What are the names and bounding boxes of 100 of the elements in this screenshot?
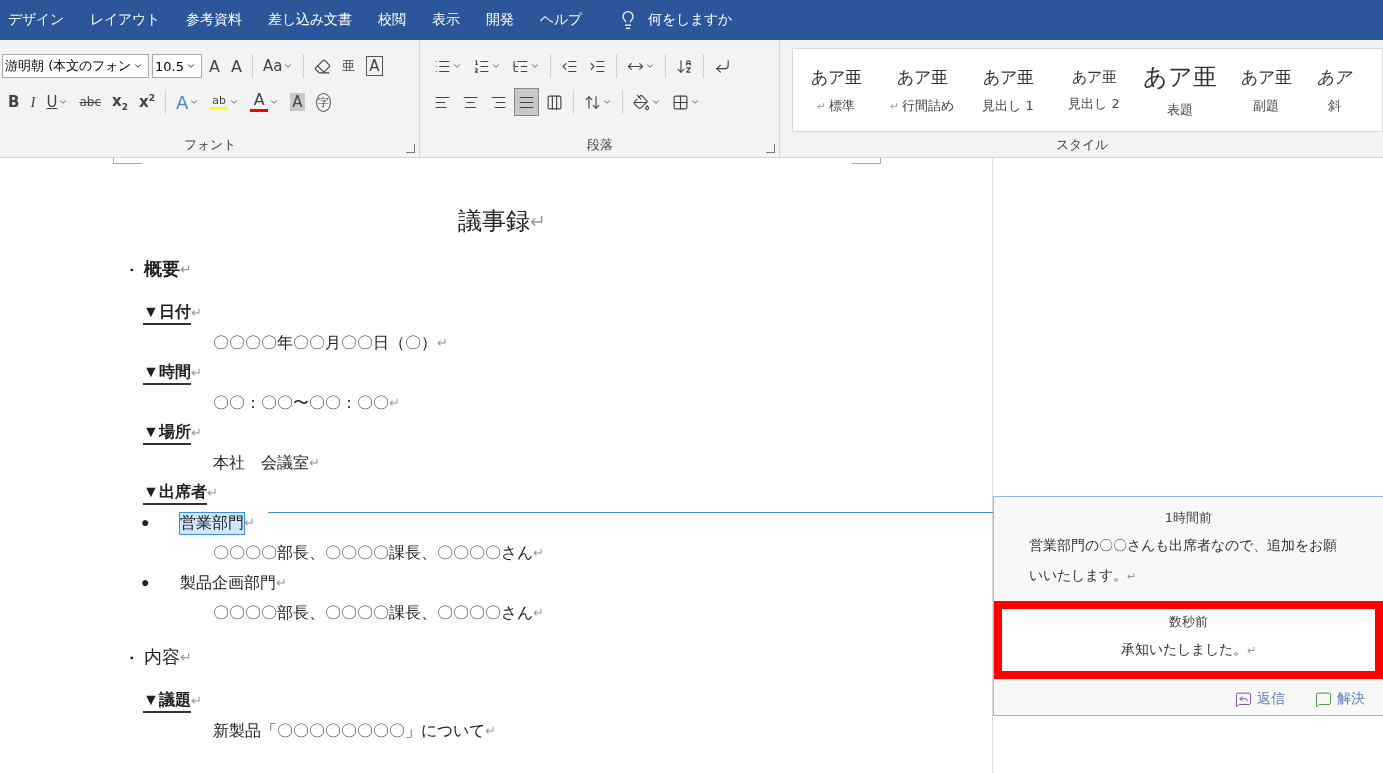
shrink-font-button[interactable]: A: [226, 52, 246, 80]
line-spacing-icon: [584, 93, 601, 111]
section-heading: 内容: [144, 646, 180, 669]
superscript-button[interactable]: x$^{2}$: [134, 88, 159, 116]
section-heading: 概要: [144, 258, 180, 281]
comment-time: 数秒前: [1169, 613, 1208, 631]
menu-tab[interactable]: 表示: [432, 11, 473, 29]
paragraph-mark: ↵: [180, 648, 192, 666]
bullet-mark: ●: [141, 515, 151, 531]
font-color-button[interactable]: A: [246, 88, 284, 116]
dropdown-icon: [283, 61, 294, 71]
heading-text: ▼場所: [143, 421, 191, 445]
heading-text: ▼議題: [143, 689, 191, 713]
paragraph-mark: ↵: [309, 455, 320, 471]
paragraph-mark: ↵: [244, 515, 255, 531]
bullet-mark: ●: [141, 575, 151, 591]
numbered-list-icon: [473, 57, 490, 75]
style-item[interactable]: あア亜 見出し 1: [965, 49, 1051, 131]
italic-button[interactable]: I: [26, 88, 40, 116]
paragraph-mark: ↵: [533, 605, 544, 621]
change-case-button[interactable]: Aa: [258, 52, 298, 80]
bullet-mark: ▪: [130, 263, 135, 275]
body-text: 〇〇〇〇部長、〇〇〇〇課長、〇〇〇〇さん: [213, 542, 533, 563]
paragraph-mark: ↵: [389, 395, 400, 411]
style-item[interactable]: あア亜 ↵ 行間詰め: [879, 49, 965, 131]
menu-tab[interactable]: 校閲: [378, 11, 419, 29]
dropdown-icon: [133, 61, 144, 71]
dropdown-icon: [269, 97, 280, 107]
ruby-button[interactable]: 亜: [338, 52, 360, 80]
comment-text: 営業部門の〇〇さんも出席者なので、追加をお願いいたします。↵: [1028, 537, 1338, 585]
heading-text: ▼出席者: [143, 481, 207, 505]
reply-icon: [1235, 690, 1252, 708]
bold-button[interactable]: B: [4, 88, 24, 116]
subscript-button[interactable]: x$_{2}$: [108, 88, 132, 116]
tell-me-field[interactable]: 何をしますか: [648, 11, 732, 29]
body-text: 〇〇〇〇部長、〇〇〇〇課長、〇〇〇〇さん: [213, 602, 533, 623]
style-item[interactable]: あア亜 ↵ 標準: [793, 49, 879, 131]
enclose-character-button[interactable]: 字: [311, 88, 335, 116]
paint-bucket-icon: [633, 93, 650, 111]
paragraph-mark: ↵: [206, 486, 218, 501]
body-text: 〇〇〇〇年〇〇月〇〇日（〇）: [213, 332, 437, 353]
dropdown-icon: [491, 61, 501, 71]
dropdown-icon: [602, 97, 612, 107]
body-text: 本社 会議室: [213, 452, 309, 473]
group-label: スタイル: [1055, 136, 1108, 154]
paragraph-mark: ↵: [190, 426, 202, 441]
document-title: 議事録: [458, 207, 530, 236]
paragraph-mark: ↵: [276, 575, 287, 591]
justify-button[interactable]: [514, 88, 539, 116]
dropdown-icon: [690, 97, 700, 107]
body-text: 営業部門: [180, 512, 244, 534]
strikethrough-button[interactable]: abc: [75, 88, 105, 116]
style-item[interactable]: あア亜 副題: [1223, 49, 1309, 131]
body-text: 製品企画部門: [180, 572, 276, 593]
distribute-icon: [546, 93, 563, 111]
style-item[interactable]: あア亜 表題: [1137, 49, 1223, 131]
group-label: 段落: [586, 136, 613, 154]
grow-font-button[interactable]: A: [205, 52, 224, 80]
paragraph-mark: ↵: [190, 306, 202, 321]
paragraph-mark: ↵: [190, 365, 202, 381]
heading-text: ▼日付: [143, 301, 191, 325]
sort-icon: [676, 57, 693, 75]
dialog-launcher[interactable]: [766, 144, 775, 153]
style-item[interactable]: あア 斜: [1309, 49, 1351, 131]
menu-tab[interactable]: デザイン: [8, 11, 77, 29]
group-label: フォント: [183, 136, 236, 154]
menu-tab[interactable]: レイアウト: [90, 11, 173, 29]
character-border-button[interactable]: A: [362, 52, 387, 80]
style-item[interactable]: あア亜 見出し 2: [1051, 49, 1137, 131]
menu-tab[interactable]: 開発: [486, 11, 527, 29]
comment-time: 1時間前: [1164, 509, 1213, 527]
highlight-button[interactable]: ab: [206, 88, 244, 116]
reply-button[interactable]: 返信: [1229, 689, 1291, 709]
eraser-icon: [314, 57, 332, 75]
dropdown-icon: [452, 61, 462, 71]
comment-text: 承知いたしました。↵: [1120, 641, 1257, 659]
dropdown-icon: [229, 97, 240, 107]
character-shading-button[interactable]: A: [286, 88, 309, 116]
return-arrow-icon: [714, 57, 731, 75]
heading-text: ▼時間: [143, 361, 191, 385]
body-text: 〇〇：〇〇〜〇〇：〇〇: [213, 392, 389, 413]
paragraph-mark: ↵: [530, 209, 546, 233]
menu-tab[interactable]: ヘルプ: [540, 11, 595, 29]
dropdown-icon: [58, 97, 69, 107]
speech-bubble-icon: [1315, 690, 1332, 708]
font-size-field[interactable]: 10.5: [152, 54, 202, 78]
paragraph-mark: ↵: [485, 723, 496, 739]
font-name-field[interactable]: 游明朝 (本文のフォン: [2, 54, 149, 78]
resolve-button[interactable]: 解決: [1309, 689, 1371, 709]
menu-tab[interactable]: 参考資料: [186, 11, 255, 29]
dropdown-icon: [189, 97, 200, 107]
paragraph-mark: ↵: [180, 260, 192, 277]
underline-button[interactable]: U: [42, 88, 73, 116]
paragraph-mark: ↵: [533, 545, 544, 561]
menu-tab[interactable]: 差し込み文書: [268, 11, 365, 29]
body-text: 新製品「〇〇〇〇〇〇〇〇」について: [213, 720, 485, 741]
borders-icon: [672, 93, 689, 111]
paragraph-mark: ↵: [190, 694, 202, 709]
dialog-launcher[interactable]: [406, 144, 415, 153]
dropdown-icon: [645, 61, 655, 71]
